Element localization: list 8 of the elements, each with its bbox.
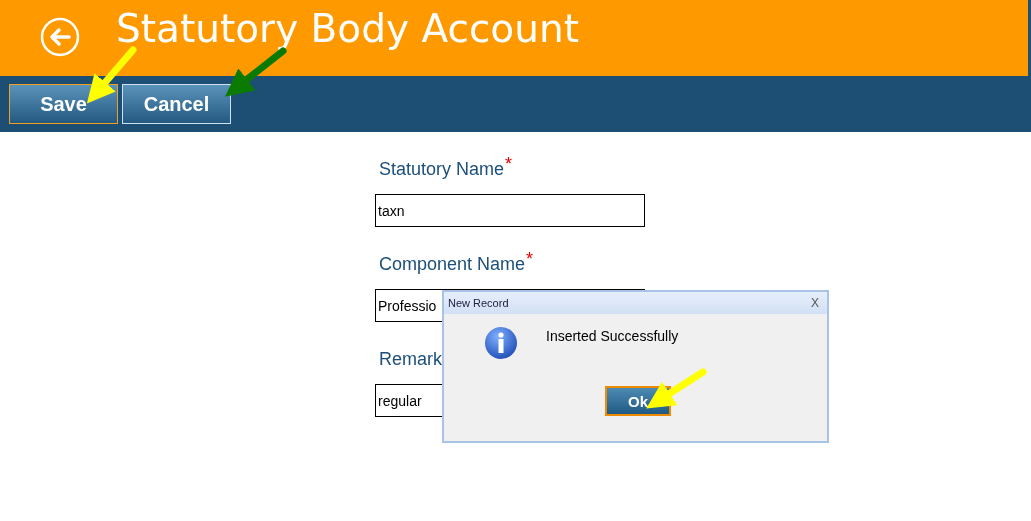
required-mark: *: [505, 154, 513, 175]
field-label: Statutory Name: [379, 159, 505, 180]
required-mark: *: [526, 249, 534, 270]
dialog-message: Inserted Successfully: [546, 328, 679, 344]
page-title: Statutory Body Account: [116, 5, 579, 51]
field-label: Component Name: [379, 254, 526, 275]
dialog-title: New Record: [448, 297, 509, 309]
field-label: Remark: [379, 349, 442, 370]
